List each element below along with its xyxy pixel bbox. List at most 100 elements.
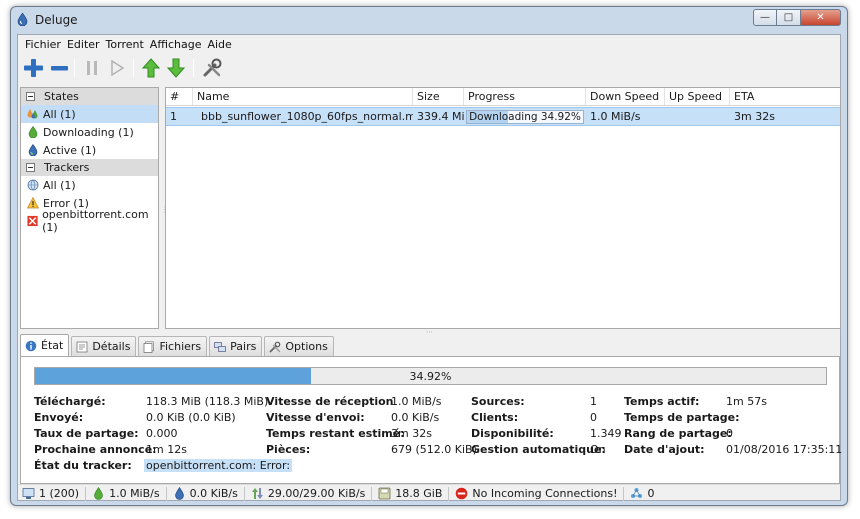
torrent-progress-cell: Downloading 34.92% xyxy=(464,108,586,125)
title-bar[interactable]: Deluge — □ ✕ xyxy=(11,7,847,33)
connections-value: 1 (200) xyxy=(39,487,80,500)
menu-affichage[interactable]: Affichage xyxy=(148,35,206,53)
torrent-row[interactable]: 1 bbb_sunflower_1080p_60fps_normal.mp4 3… xyxy=(166,107,840,126)
next-announce-value: 1m 12s xyxy=(146,443,187,456)
pause-button[interactable] xyxy=(81,57,103,79)
column-header-eta[interactable]: ETA xyxy=(730,88,840,105)
connections-status[interactable]: 1 (200) xyxy=(22,487,79,500)
status-bar: 1 (200) 1.0 MiB/s 0.0 KiB/s 29.00/29.00 … xyxy=(18,484,840,502)
toolbar-separator xyxy=(133,59,134,77)
resume-button[interactable] xyxy=(106,57,128,79)
trackers-header[interactable]: Trackers xyxy=(21,159,158,176)
status-separator xyxy=(165,486,167,501)
details-tabs: État Détails Fichiers Pairs Options xyxy=(20,334,336,357)
disk-icon xyxy=(378,487,391,500)
download-speed-status[interactable]: 1.0 MiB/s xyxy=(92,487,160,500)
collapse-icon[interactable] xyxy=(26,92,35,101)
maximize-icon: □ xyxy=(783,12,794,23)
preferences-button[interactable] xyxy=(201,57,223,79)
status-separator xyxy=(448,486,450,501)
tab-fichiers[interactable]: Fichiers xyxy=(138,336,208,356)
seeds-label: Sources: xyxy=(471,395,525,408)
states-header-label: States xyxy=(44,90,79,103)
details-splitter[interactable]: ⋯ xyxy=(426,328,433,336)
incoming-connections-value: No Incoming Connections! xyxy=(472,487,618,500)
maximize-button[interactable]: □ xyxy=(777,9,801,26)
status-separator xyxy=(371,486,373,501)
states-header[interactable]: States xyxy=(21,88,158,105)
sidebar-item-active[interactable]: Active (1) xyxy=(21,141,158,159)
status-separator xyxy=(623,486,625,501)
upload-speed-value: 0.0 KiB/s xyxy=(391,411,440,424)
next-announce-label: Prochaine annonce: xyxy=(34,443,157,456)
torrent-list: # Name Size Progress Down Speed Up Speed… xyxy=(165,87,841,329)
tab-label: Options xyxy=(285,340,328,353)
minimize-button[interactable]: — xyxy=(753,9,777,26)
free-space-status: 18.8 GiB xyxy=(378,487,442,500)
column-header-progress[interactable]: Progress xyxy=(464,88,586,105)
sidebar-item-downloading[interactable]: Downloading (1) xyxy=(21,123,158,141)
queue-up-button[interactable] xyxy=(140,57,162,79)
torrent-progress-bar: Downloading 34.92% xyxy=(466,109,584,124)
peers-value: 0 xyxy=(590,411,597,424)
add-torrent-button[interactable] xyxy=(22,57,44,79)
all-states-icon xyxy=(27,109,38,119)
protocol-traffic-icon xyxy=(251,488,263,499)
uploaded-value: 0.0 KiB (0.0 KiB) xyxy=(146,411,236,424)
torrent-name: bbb_sunflower_1080p_60fps_normal.mp4 xyxy=(201,110,413,123)
details-icon xyxy=(76,341,88,352)
close-button[interactable]: ✕ xyxy=(801,9,841,26)
sidebar-item-label: All (1) xyxy=(43,178,76,192)
download-speed-value: 1.0 MiB/s xyxy=(391,395,442,408)
overall-progress-text: 34.92% xyxy=(409,370,452,383)
date-added-label: Date d'ajout: xyxy=(624,443,705,456)
column-header-index[interactable]: # xyxy=(166,88,193,105)
menu-torrent[interactable]: Torrent xyxy=(104,35,148,53)
queue-down-button[interactable] xyxy=(165,57,187,79)
torrent-eta: 3m 32s xyxy=(734,110,775,123)
tab-label: Détails xyxy=(92,340,131,353)
auto-managed-value: On xyxy=(590,443,606,456)
pieces-value: 679 (512.0 KiB) xyxy=(391,443,477,456)
toolbar-separator xyxy=(193,59,194,77)
remove-torrent-button[interactable] xyxy=(48,57,70,79)
tracker-status-value[interactable]: openbittorrent.com: Error: xyxy=(144,459,293,472)
collapse-icon[interactable] xyxy=(26,163,35,172)
sidebar-splitter[interactable]: ⋮ xyxy=(161,205,169,215)
tab-details[interactable]: Détails xyxy=(71,336,137,356)
menu-editer[interactable]: Editer xyxy=(65,35,104,53)
menu-aide[interactable]: Aide xyxy=(205,35,235,53)
torrent-size: 339.4 MiB xyxy=(417,110,464,123)
upload-speed-label: Vitesse d'envoi: xyxy=(266,411,365,424)
share-ratio-value: 0.000 xyxy=(146,427,178,440)
availability-label: Disponibilité: xyxy=(471,427,554,440)
torrent-index: 1 xyxy=(170,110,177,123)
menu-bar: Fichier Editer Torrent Affichage Aide xyxy=(18,35,840,53)
downloaded-label: Téléchargé: xyxy=(34,395,106,408)
status-separator xyxy=(243,486,245,501)
upload-speed-status[interactable]: 0.0 KiB/s xyxy=(173,487,238,500)
downloading-icon xyxy=(28,126,38,138)
globe-icon xyxy=(27,179,39,191)
column-header-down-speed[interactable]: Down Speed xyxy=(586,88,665,105)
sidebar-item-openbittorrent[interactable]: openbittorrent.com (1) xyxy=(21,208,158,234)
no-entry-icon xyxy=(456,487,468,500)
menu-fichier[interactable]: Fichier xyxy=(23,35,65,53)
eta-label: Temps restant estimé: xyxy=(266,427,405,440)
tab-options[interactable]: Options xyxy=(264,336,334,356)
pieces-label: Pièces: xyxy=(266,443,311,456)
column-header-up-speed[interactable]: Up Speed xyxy=(665,88,730,105)
sidebar-item-all-trackers[interactable]: All (1) xyxy=(21,176,158,194)
incoming-connections-status[interactable]: No Incoming Connections! xyxy=(455,487,617,500)
column-header-name[interactable]: Name xyxy=(193,88,413,105)
list-header: # Name Size Progress Down Speed Up Speed… xyxy=(166,88,840,106)
sidebar-item-label: openbittorrent.com (1) xyxy=(42,208,149,234)
upload-speed-icon xyxy=(174,487,184,500)
sidebar-item-all-states[interactable]: All (1) xyxy=(21,105,158,123)
column-header-size[interactable]: Size xyxy=(413,88,464,105)
active-icon xyxy=(28,144,38,156)
active-time-label: Temps actif: xyxy=(624,395,700,408)
torrent-progress-text: Downloading 34.92% xyxy=(469,110,581,123)
tab-etat[interactable]: État xyxy=(20,334,70,356)
tab-pairs[interactable]: Pairs xyxy=(209,336,263,356)
